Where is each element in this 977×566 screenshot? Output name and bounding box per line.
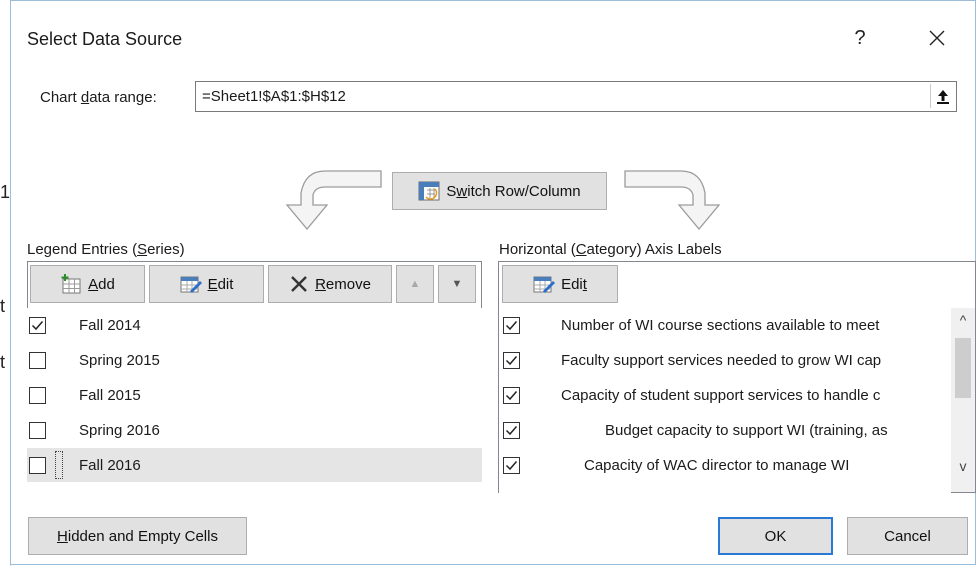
right-curved-arrow-icon bbox=[624, 170, 721, 231]
axis-label-text: Capacity of WAC director to manage WI bbox=[584, 456, 850, 474]
legend-entries-list: Fall 2014 Spring 2015 Fall 2015 Spring 2016… bbox=[27, 308, 482, 493]
legend-entries-heading: Legend Entries (Series) bbox=[27, 241, 185, 258]
help-button[interactable]: ? bbox=[845, 27, 875, 50]
series-checkbox[interactable] bbox=[29, 456, 46, 474]
focus-indicator bbox=[55, 451, 63, 479]
chart-data-range-value: =Sheet1!$A$1:$H$12 bbox=[202, 88, 346, 105]
axis-labels-heading: Horizontal (Category) Axis Labels bbox=[499, 241, 722, 258]
switch-row-column-label: Switch Row/Column bbox=[446, 182, 581, 200]
axis-label-row[interactable]: Faculty support services needed to grow … bbox=[499, 343, 951, 377]
axis-label-text: Number of WI course sections available t… bbox=[561, 316, 880, 334]
ok-label: OK bbox=[764, 527, 787, 545]
axis-label-checkbox[interactable] bbox=[503, 386, 520, 404]
axis-label-row[interactable]: Capacity of WAC director to manage WI bbox=[499, 448, 951, 482]
hidden-empty-cells-label: Hidden and Empty Cells bbox=[57, 527, 218, 545]
worksheet-fragment: t bbox=[0, 296, 6, 316]
scrollbar-thumb[interactable] bbox=[955, 338, 971, 398]
move-up-button[interactable]: ▲ bbox=[396, 265, 434, 303]
series-checkbox[interactable] bbox=[29, 421, 46, 439]
series-checkbox[interactable] bbox=[29, 386, 46, 404]
legend-entry-row[interactable]: Fall 2016 bbox=[27, 448, 482, 482]
close-button[interactable] bbox=[922, 27, 952, 52]
close-icon bbox=[929, 30, 945, 46]
cancel-label: Cancel bbox=[884, 527, 931, 545]
axis-label-row[interactable]: Budget capacity to support WI (training,… bbox=[499, 413, 951, 447]
legend-entry-row[interactable]: Spring 2015 bbox=[27, 343, 482, 377]
series-checkbox[interactable] bbox=[29, 351, 46, 369]
axis-label-text: Budget capacity to support WI (training,… bbox=[605, 421, 888, 439]
worksheet-fragment: 1 bbox=[0, 182, 11, 202]
scroll-up-icon[interactable]: ^ bbox=[951, 312, 975, 332]
worksheet-fragment: t bbox=[0, 352, 6, 372]
scroll-down-icon[interactable]: v bbox=[951, 458, 975, 478]
axis-list-scrollbar[interactable]: ^ v bbox=[951, 308, 975, 492]
legend-entry-row[interactable]: Spring 2016 bbox=[27, 413, 482, 447]
axis-label-checkbox[interactable] bbox=[503, 351, 520, 369]
select-data-source-dialog: Select Data Source ? Chart data range: =… bbox=[10, 0, 976, 565]
switch-row-column-icon bbox=[418, 181, 440, 201]
ok-button[interactable]: OK bbox=[718, 517, 833, 555]
series-checkbox[interactable] bbox=[29, 316, 46, 334]
left-curved-arrow-icon bbox=[285, 170, 382, 231]
series-label: Fall 2015 bbox=[79, 386, 141, 404]
hidden-empty-cells-button[interactable]: Hidden and Empty Cells bbox=[28, 517, 247, 555]
move-down-button[interactable]: ▼ bbox=[438, 265, 476, 303]
axis-label-checkbox[interactable] bbox=[503, 456, 520, 474]
axis-label-text: Faculty support services needed to grow … bbox=[561, 351, 882, 369]
edit-table-icon bbox=[180, 276, 202, 293]
label-text: ata range: bbox=[89, 89, 157, 106]
label-accelerator: d bbox=[80, 89, 90, 106]
series-label: Spring 2016 bbox=[79, 421, 160, 439]
axis-label-text: Capacity of student support services to … bbox=[561, 386, 881, 404]
edit-series-label: Edit bbox=[207, 275, 234, 293]
legend-entry-row[interactable]: Fall 2014 bbox=[27, 308, 482, 342]
axis-label-checkbox[interactable] bbox=[503, 316, 520, 334]
remove-x-icon bbox=[291, 276, 307, 292]
chart-data-range-input[interactable]: =Sheet1!$A$1:$H$12 bbox=[195, 81, 957, 112]
legend-entry-row[interactable]: Fall 2015 bbox=[27, 378, 482, 412]
add-series-button[interactable]: Add bbox=[30, 265, 145, 303]
edit-axis-labels-button[interactable]: Edit bbox=[502, 265, 618, 303]
edit-series-button[interactable]: Edit bbox=[149, 265, 264, 303]
axis-label-checkbox[interactable] bbox=[503, 421, 520, 439]
collapse-dialog-button[interactable] bbox=[930, 84, 955, 108]
axis-label-row[interactable]: Capacity of student support services to … bbox=[499, 378, 951, 412]
move-down-icon: ▼ bbox=[451, 278, 463, 290]
series-label: Spring 2015 bbox=[79, 351, 160, 369]
axis-label-row[interactable]: Number of WI course sections available t… bbox=[499, 308, 951, 342]
label-text: Chart bbox=[40, 89, 81, 106]
remove-series-button[interactable]: Remove bbox=[268, 265, 392, 303]
remove-series-label: Remove bbox=[315, 275, 371, 293]
dialog-title: Select Data Source bbox=[27, 29, 183, 49]
edit-table-icon bbox=[533, 276, 556, 293]
series-label: Fall 2014 bbox=[79, 316, 141, 334]
switch-row-column-button[interactable]: Switch Row/Column bbox=[392, 172, 607, 210]
add-table-icon bbox=[61, 274, 81, 294]
axis-labels-list: Number of WI course sections available t… bbox=[499, 308, 951, 493]
collapse-up-icon bbox=[937, 90, 949, 104]
cancel-button[interactable]: Cancel bbox=[847, 517, 968, 555]
move-up-icon: ▲ bbox=[409, 278, 421, 290]
series-label: Fall 2016 bbox=[79, 456, 141, 474]
edit-axis-labels-label: Edit bbox=[561, 275, 587, 293]
add-series-label: Add bbox=[88, 275, 115, 293]
chart-data-range-label: Chart data range: bbox=[40, 89, 157, 106]
